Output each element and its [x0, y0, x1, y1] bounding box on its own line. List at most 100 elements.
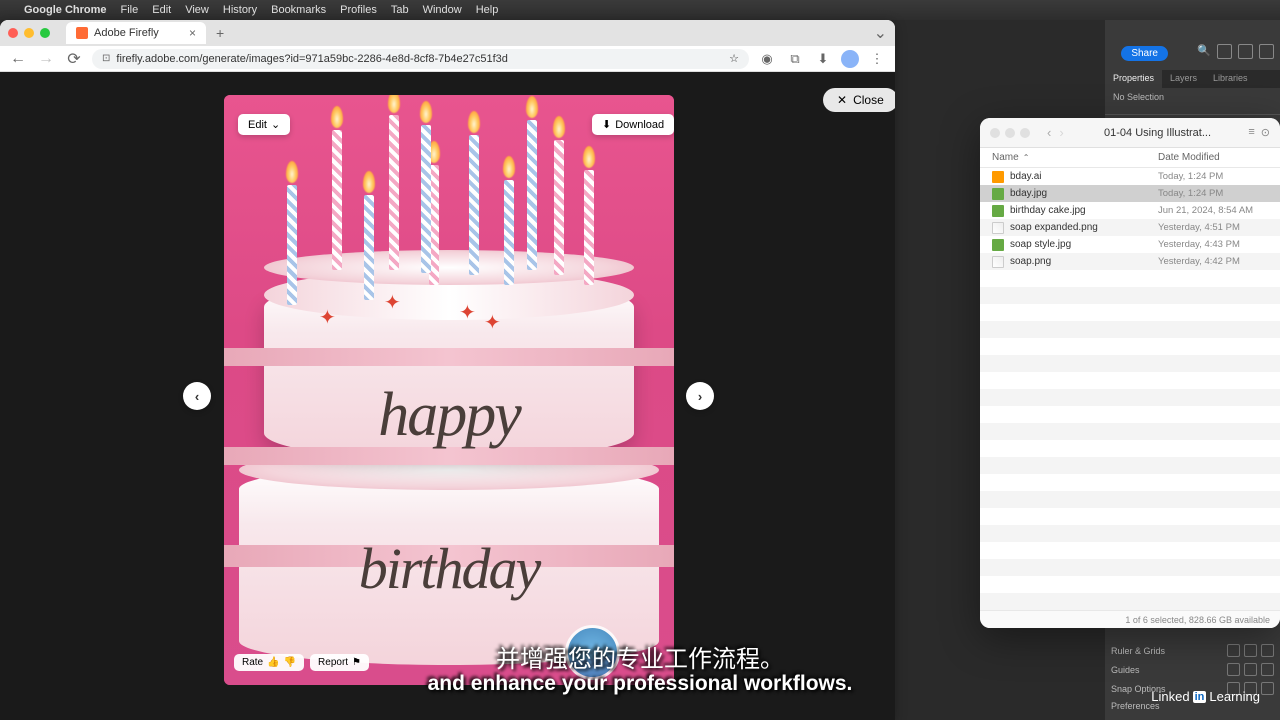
download-label: Download: [615, 119, 664, 131]
star-decoration-icon: ✦: [459, 300, 476, 325]
panel-icon[interactable]: [1259, 44, 1274, 59]
tab-dropdown-icon[interactable]: ⌄: [874, 23, 887, 43]
share-button[interactable]: Share: [1121, 46, 1168, 61]
linkedin-text: Linked: [1151, 689, 1189, 704]
snap-pixel-icon[interactable]: [1261, 682, 1274, 695]
chrome-toolbar: ← → ⟳ ⊡ firefly.adobe.com/generate/image…: [0, 46, 895, 72]
linkedin-in-icon: in: [1193, 691, 1207, 703]
file-row-empty: [980, 423, 1280, 440]
bookmark-star-icon[interactable]: ☆: [729, 52, 739, 65]
report-button[interactable]: Report ⚑: [310, 654, 369, 671]
guide-lock-icon[interactable]: [1244, 663, 1257, 676]
finder-minimize-button[interactable]: [1005, 128, 1015, 138]
file-row[interactable]: birthday cake.jpg Jun 21, 2024, 8:54 AM: [980, 202, 1280, 219]
file-name: soap.png: [1010, 256, 1158, 267]
workspace-icon[interactable]: [1238, 44, 1253, 59]
extensions-icon[interactable]: ⧉: [785, 49, 805, 69]
reload-button[interactable]: ⟳: [64, 49, 84, 69]
image-actions: Rate 👍 👎 Report ⚑: [234, 654, 369, 671]
ruler-label: Ruler & Grids: [1111, 646, 1165, 656]
close-label: Close: [853, 93, 884, 107]
ruler-icon[interactable]: [1227, 644, 1240, 657]
finder-forward-button[interactable]: ›: [1056, 125, 1066, 140]
menubar-view[interactable]: View: [185, 4, 209, 16]
profile-avatar[interactable]: [841, 50, 859, 68]
new-tab-button[interactable]: +: [212, 25, 228, 41]
file-row[interactable]: bday.jpg Today, 1:24 PM: [980, 185, 1280, 202]
file-date: Yesterday, 4:42 PM: [1158, 256, 1268, 267]
edit-label: Edit: [248, 119, 267, 131]
back-button[interactable]: ←: [8, 49, 28, 69]
next-image-button[interactable]: ›: [686, 382, 714, 410]
file-row-empty: [980, 525, 1280, 542]
file-row-empty: [980, 559, 1280, 576]
report-label: Report: [318, 657, 348, 668]
chrome-menu-icon[interactable]: ⋮: [867, 49, 887, 69]
guides-row: Guides: [1111, 660, 1274, 679]
downloads-icon[interactable]: ⬇: [813, 49, 833, 69]
window-maximize-button[interactable]: [40, 28, 50, 38]
tab-libraries[interactable]: Libraries: [1205, 70, 1256, 88]
site-info-icon[interactable]: ⊡: [102, 53, 110, 64]
file-type-icon: [992, 205, 1004, 217]
cake-image: ✦ ✦ ✦ ✦ happy birthday: [224, 95, 674, 685]
forward-button[interactable]: →: [36, 49, 56, 69]
file-row-empty: [980, 355, 1280, 372]
file-row[interactable]: soap.png Yesterday, 4:42 PM: [980, 253, 1280, 270]
file-type-icon: [992, 171, 1004, 183]
chevron-down-icon: ⌄: [271, 118, 280, 131]
address-bar[interactable]: ⊡ firefly.adobe.com/generate/images?id=9…: [92, 49, 749, 69]
menubar-window[interactable]: Window: [423, 4, 462, 16]
arrange-icon[interactable]: [1217, 44, 1232, 59]
view-options-icon[interactable]: ⊙: [1261, 126, 1270, 139]
file-row[interactable]: soap expanded.png Yesterday, 4:51 PM: [980, 219, 1280, 236]
menubar-edit[interactable]: Edit: [152, 4, 171, 16]
download-button[interactable]: ⬇ Download: [592, 114, 674, 135]
thumbs-down-icon[interactable]: 👎: [284, 657, 296, 668]
linkedin-suffix: Learning: [1209, 689, 1260, 704]
tab-properties[interactable]: Properties: [1105, 70, 1162, 88]
column-name-header[interactable]: Name ⌃: [992, 152, 1158, 163]
panel-top-icons: 🔍: [1197, 44, 1274, 59]
column-date-header[interactable]: Date Modified: [1158, 152, 1268, 163]
browser-tab[interactable]: Adobe Firefly ×: [66, 22, 206, 44]
finder-column-headers: Name ⌃ Date Modified: [980, 148, 1280, 168]
menubar-history[interactable]: History: [223, 4, 257, 16]
artboard-icon[interactable]: [1261, 644, 1274, 657]
rate-button[interactable]: Rate 👍 👎: [234, 654, 304, 671]
panel-tabs: Properties Layers Libraries: [1105, 70, 1280, 88]
file-row[interactable]: bday.ai Today, 1:24 PM: [980, 168, 1280, 185]
subtitle-english: and enhance your professional workflows.: [428, 672, 853, 696]
file-row-empty: [980, 287, 1280, 304]
cake-text-birthday: birthday: [359, 535, 540, 602]
finder-back-button[interactable]: ‹: [1044, 125, 1054, 140]
list-view-icon[interactable]: ≡: [1248, 126, 1254, 139]
guide-icon[interactable]: [1227, 663, 1240, 676]
translate-icon[interactable]: ◉: [757, 49, 777, 69]
window-close-button[interactable]: [8, 28, 18, 38]
thumbs-up-icon[interactable]: 👍: [267, 657, 279, 668]
finder-maximize-button[interactable]: [1020, 128, 1030, 138]
file-row[interactable]: soap style.jpg Yesterday, 4:43 PM: [980, 236, 1280, 253]
prev-image-button[interactable]: ‹: [183, 382, 211, 410]
tab-layers[interactable]: Layers: [1162, 70, 1205, 88]
file-date: Yesterday, 4:43 PM: [1158, 239, 1268, 250]
window-controls: [8, 28, 50, 38]
file-date: Yesterday, 4:51 PM: [1158, 222, 1268, 233]
file-date: Today, 1:24 PM: [1158, 188, 1268, 199]
menubar-bookmarks[interactable]: Bookmarks: [271, 4, 326, 16]
close-button[interactable]: ✕ Close: [823, 88, 895, 112]
tab-close-icon[interactable]: ×: [189, 26, 196, 40]
guide-hide-icon[interactable]: [1261, 663, 1274, 676]
edit-button[interactable]: Edit ⌄: [238, 114, 290, 135]
menubar-help[interactable]: Help: [476, 4, 499, 16]
menubar-app-name[interactable]: Google Chrome: [24, 4, 107, 16]
window-minimize-button[interactable]: [24, 28, 34, 38]
file-date: Today, 1:24 PM: [1158, 171, 1268, 182]
finder-close-button[interactable]: [990, 128, 1000, 138]
menubar-tab[interactable]: Tab: [391, 4, 409, 16]
grid-icon[interactable]: [1244, 644, 1257, 657]
menubar-profiles[interactable]: Profiles: [340, 4, 377, 16]
menubar-file[interactable]: File: [121, 4, 139, 16]
search-icon[interactable]: 🔍: [1197, 44, 1211, 59]
